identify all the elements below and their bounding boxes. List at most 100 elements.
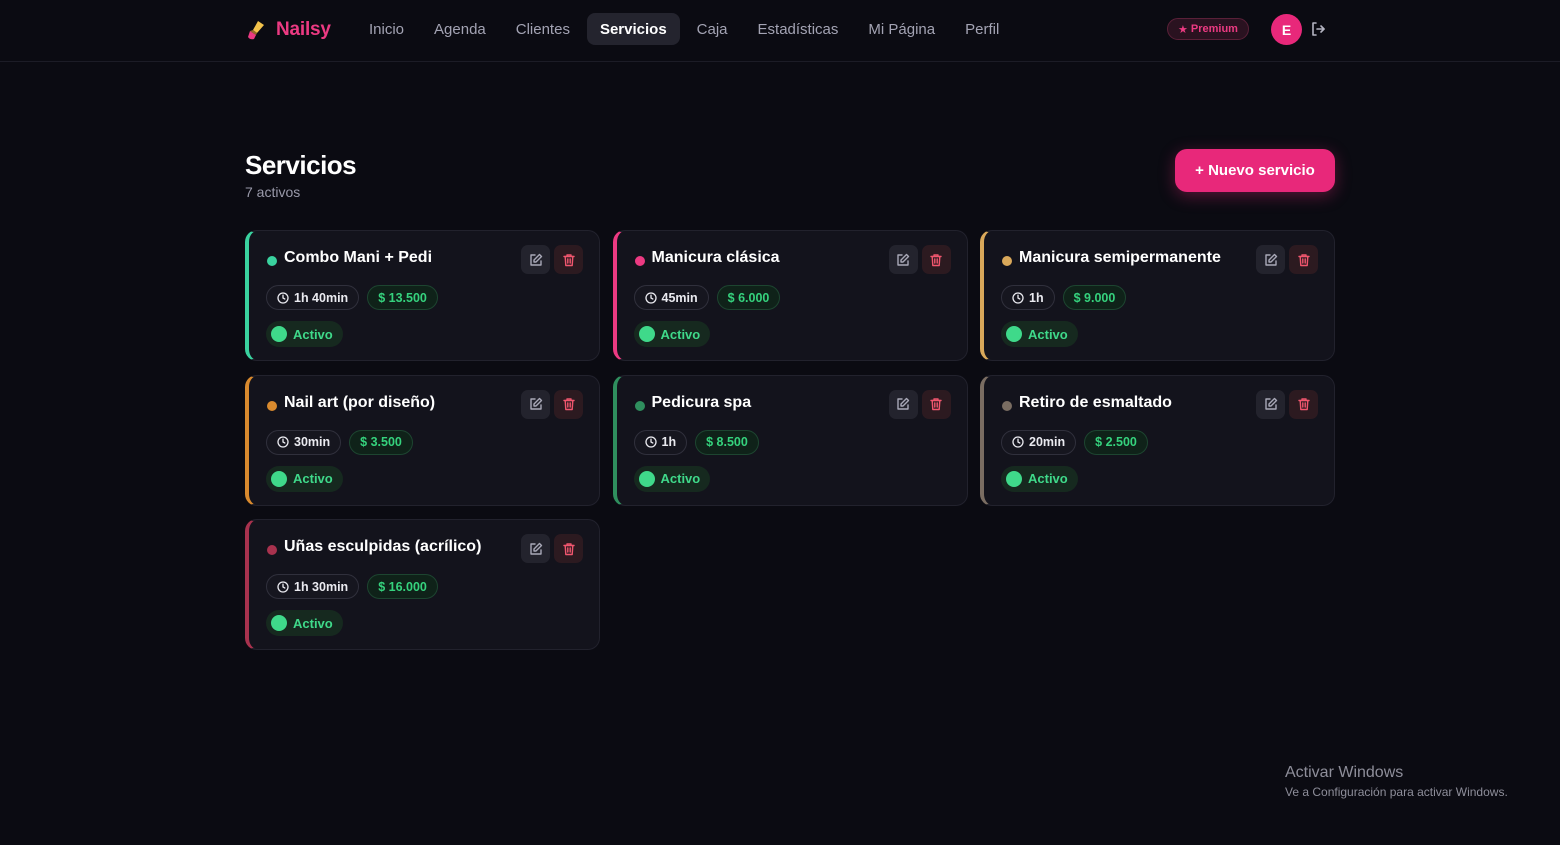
duration-text: 30min [294,435,331,449]
service-card[interactable]: Nail art (por diseño) 30min $ 3.500 Acti… [245,374,600,506]
service-color-dot [1002,400,1012,411]
status-badge[interactable]: Activo [266,321,343,347]
service-meta: 1h $ 8.500 [633,429,759,455]
nav-item-agenda[interactable]: Agenda [421,13,499,45]
edit-button[interactable] [1256,389,1285,419]
premium-badge[interactable]: ★ Premium [1167,18,1249,40]
clock-icon [644,291,657,304]
edit-button[interactable] [521,534,550,563]
delete-button[interactable] [1289,245,1318,274]
trash-icon [562,253,575,266]
service-color-dot [634,256,645,266]
nav-item-servicios[interactable]: Servicios [586,13,680,45]
price-chip: $ 9.000 [1062,285,1127,310]
clock-icon [644,436,657,448]
service-card[interactable]: Uñas esculpidas (acrílico) 1h 30min $ 16… [245,519,600,650]
status-badge[interactable]: Activo [266,465,343,492]
edit-button[interactable] [888,245,918,274]
service-name: Uñas esculpidas (acrílico) [284,538,482,555]
star-icon: ★ [1178,23,1188,36]
duration-chip: 45min [633,285,709,310]
price-chip: $ 6.000 [716,285,781,310]
nail-polish-icon [248,21,264,40]
service-color-dot [267,400,277,411]
status-text: Activo [1028,471,1068,486]
edit-icon [529,253,542,266]
clock-icon [277,580,289,593]
service-color-dot [634,400,645,411]
trash-icon [562,398,575,411]
new-service-button[interactable]: + Nuevo servicio [1175,149,1335,192]
service-meta: 45min $ 6.000 [633,285,781,310]
service-color-dot [267,545,277,555]
service-card[interactable]: Retiro de esmaltado 20min $ 2.500 Activo [980,374,1335,506]
service-meta: 1h 30min $ 16.000 [266,574,438,599]
nav-item-mi-pagina[interactable]: Mi Página [855,13,948,45]
price-chip: $ 16.000 [367,574,438,599]
edit-icon [897,253,910,266]
edit-icon [897,397,910,410]
status-text: Activo [660,326,701,342]
avatar[interactable]: E [1271,14,1302,45]
service-name: Nail art (por diseño) [284,393,436,411]
duration-text: 45min [661,290,698,305]
delete-button[interactable] [554,245,583,274]
brand-name: Nailsy [276,19,331,40]
edit-button[interactable] [1256,245,1285,274]
clock-icon [277,291,289,304]
service-name: Manicura semipermanente [1019,249,1221,266]
duration-text: 1h [1029,290,1044,305]
edit-button[interactable] [521,245,550,274]
edit-button[interactable] [888,389,918,419]
trash-icon [1297,253,1310,266]
nav-item-caja[interactable]: Caja [684,13,741,45]
status-badge[interactable]: Activo [266,610,343,636]
duration-chip: 1h [633,429,688,455]
main-nav: Inicio Agenda Clientes Servicios Caja Es… [356,13,1012,45]
edit-icon [1264,397,1277,410]
service-card[interactable]: Combo Mani + Pedi 1h 40min $ 13.500 Acti… [245,230,600,361]
delete-button[interactable] [921,245,951,274]
service-card[interactable]: Manicura clásica 45min $ 6.000 Activo [612,230,968,361]
status-badge[interactable]: Activo [633,465,711,492]
price-chip: $ 2.500 [1084,429,1148,455]
status-dot [1006,470,1022,487]
status-dot [271,470,287,487]
edit-button[interactable] [521,389,550,419]
price-chip: $ 13.500 [367,285,438,310]
trash-icon [1297,398,1310,411]
service-meta: 20min $ 2.500 [1001,429,1148,455]
service-name: Retiro de esmaltado [1019,393,1172,411]
nav-item-perfil[interactable]: Perfil [952,13,1012,45]
status-dot [638,470,655,487]
status-text: Activo [660,471,701,486]
delete-button[interactable] [921,389,951,419]
status-dot [271,615,287,631]
status-dot [1006,326,1022,342]
service-card[interactable]: Manicura semipermanente 1h $ 9.000 Activ… [980,230,1335,361]
nav-item-clientes[interactable]: Clientes [503,13,583,45]
trash-icon [930,253,942,266]
status-badge[interactable]: Activo [1001,465,1078,492]
brand[interactable]: Nailsy [246,17,331,43]
clock-icon [277,436,289,448]
service-color-dot [267,256,277,266]
price-chip: $ 8.500 [695,429,759,455]
delete-button[interactable] [554,389,583,419]
logout-icon[interactable] [1310,21,1326,37]
service-card[interactable]: Pedicura spa 1h $ 8.500 Activo [612,374,968,506]
status-badge[interactable]: Activo [633,321,711,347]
nav-item-estadisticas[interactable]: Estadísticas [745,13,852,45]
watermark-subtitle: Ve a Configuración para activar Windows. [1285,785,1508,799]
duration-chip: 1h 30min [266,574,360,599]
watermark-title: Activar Windows [1285,764,1404,781]
delete-button[interactable] [554,534,583,563]
service-name: Pedicura spa [651,393,752,411]
clock-icon [1012,291,1024,304]
trash-icon [562,542,575,555]
duration-text: 1h [661,435,677,449]
clock-icon [1012,436,1024,448]
nav-item-inicio[interactable]: Inicio [356,13,417,45]
delete-button[interactable] [1289,389,1318,419]
status-badge[interactable]: Activo [1001,321,1078,347]
